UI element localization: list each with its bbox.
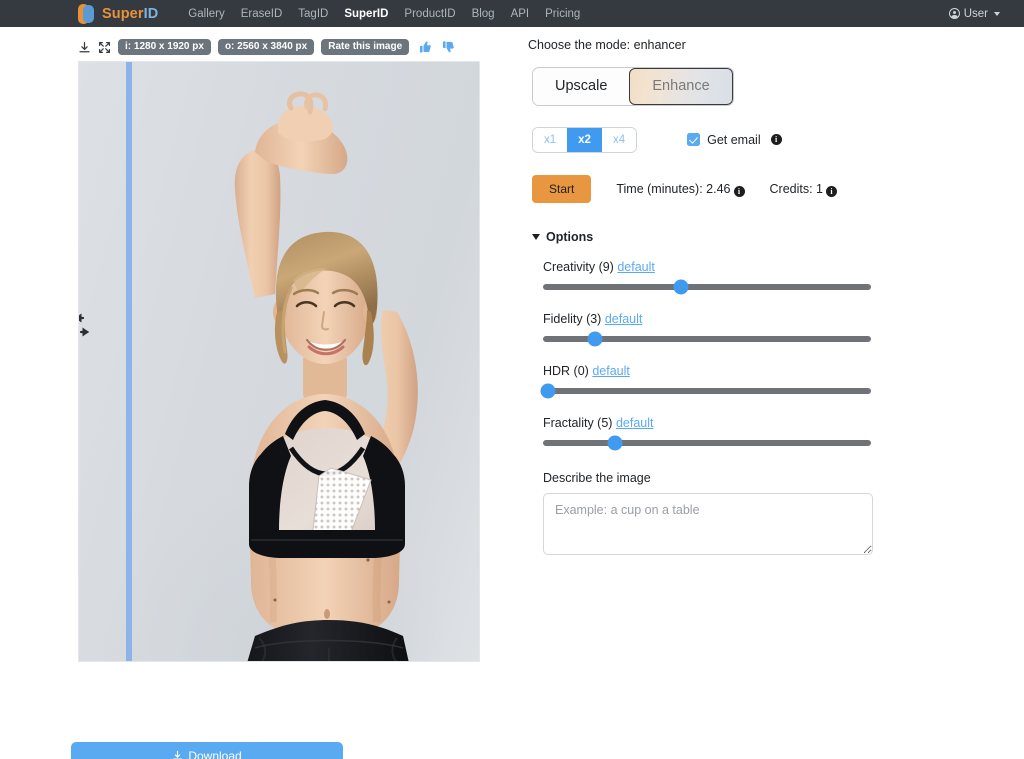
superid-logo-icon [78, 4, 95, 24]
page-body: i: 1280 x 1920 px o: 2560 x 3840 px Rate… [0, 27, 1024, 759]
main-navigation: Gallery EraseID TagID SuperID ProductID … [180, 4, 588, 24]
slider-fractality-thumb[interactable] [608, 436, 623, 451]
slider-fractality-value: Fractality (5) [543, 416, 612, 430]
top-navbar: SuperID Gallery EraseID TagID SuperID Pr… [0, 0, 1024, 27]
slider-hdr-thumb[interactable] [540, 384, 555, 399]
nav-link-gallery[interactable]: Gallery [180, 4, 232, 24]
scale-button-x1[interactable]: x1 [533, 128, 567, 153]
get-email-label[interactable]: Get email [707, 133, 761, 147]
thumbs-up-icon[interactable] [418, 40, 432, 54]
start-row: Start Time (minutes): 2.46i Credits: 1i [532, 175, 914, 203]
input-size-badge: i: 1280 x 1920 px [118, 39, 211, 55]
slider-creativity-track[interactable] [543, 284, 871, 290]
credits-cost-text: Credits: 1 [770, 182, 824, 196]
subject-photo [79, 62, 479, 661]
slider-fractality-label: Fractality (5) default [543, 416, 914, 430]
slider-hdr-track[interactable] [543, 388, 871, 394]
image-panel: i: 1280 x 1920 px o: 2560 x 3840 px Rate… [0, 27, 525, 759]
brand-logo-link[interactable]: SuperID [78, 4, 158, 24]
nav-link-tagid[interactable]: TagID [290, 4, 336, 24]
user-menu-label: User [964, 8, 988, 20]
get-email-option: Get email i [687, 133, 782, 147]
get-email-checkbox[interactable] [687, 133, 700, 146]
download-icon[interactable] [78, 41, 91, 54]
options-disclosure-toggle[interactable]: Options [532, 230, 593, 244]
brand-name: SuperID [102, 6, 158, 22]
scale-and-email-row: x1 x2 x4 Get email i [532, 127, 914, 154]
info-icon[interactable]: i [771, 134, 782, 145]
slider-hdr-value: HDR (0) [543, 364, 589, 378]
slider-hdr-default-link[interactable]: default [592, 364, 630, 378]
slider-fidelity-label: Fidelity (3) default [543, 312, 914, 326]
slider-hdr-label: HDR (0) default [543, 364, 914, 378]
info-icon[interactable]: i [734, 186, 745, 197]
expand-fullscreen-icon[interactable] [98, 41, 111, 54]
describe-image-label: Describe the image [543, 471, 914, 485]
nav-link-superid[interactable]: SuperID [336, 4, 396, 24]
mode-toggle-group: Upscale Enhance [532, 67, 734, 106]
credits-cost: Credits: 1i [770, 182, 838, 197]
sliders-group: Creativity (9) default Fidelity (3) defa… [543, 260, 914, 446]
compare-slider-divider[interactable] [126, 62, 132, 661]
slider-fractality-track[interactable] [543, 440, 871, 446]
slider-fidelity-value: Fidelity (3) [543, 312, 601, 326]
info-icon[interactable]: i [826, 186, 837, 197]
slider-fractality-default-link[interactable]: default [616, 416, 654, 430]
time-estimate: Time (minutes): 2.46 i [616, 182, 744, 197]
user-circle-icon [949, 8, 960, 19]
options-label: Options [546, 230, 593, 244]
scale-factor-group: x1 x2 x4 [532, 127, 637, 154]
nav-link-api[interactable]: API [503, 4, 538, 24]
slider-creativity-thumb[interactable] [673, 280, 688, 295]
rate-this-image-button[interactable]: Rate this image [321, 39, 409, 55]
nav-link-productid[interactable]: ProductID [396, 4, 463, 24]
brand-name-part1: Super [102, 6, 144, 22]
user-menu[interactable]: User [949, 8, 1006, 20]
settings-panel: Choose the mode: enhancer Upscale Enhanc… [525, 27, 1024, 759]
image-compare-viewer[interactable] [78, 61, 480, 662]
slider-hdr: HDR (0) default [543, 364, 914, 394]
slider-fidelity-track[interactable] [543, 336, 871, 342]
slider-creativity-label: Creativity (9) default [543, 260, 914, 274]
slider-fractality: Fractality (5) default [543, 416, 914, 446]
slider-creativity: Creativity (9) default [543, 260, 914, 290]
image-toolbar: i: 1280 x 1920 px o: 2560 x 3840 px Rate… [78, 38, 525, 56]
start-button[interactable]: Start [532, 175, 591, 203]
download-button-label: Download [188, 749, 241, 759]
nav-link-pricing[interactable]: Pricing [537, 4, 588, 24]
chevron-down-icon [532, 234, 540, 240]
scale-button-x4[interactable]: x4 [602, 128, 636, 153]
slider-fidelity: Fidelity (3) default [543, 312, 914, 342]
thumbs-down-icon[interactable] [441, 40, 455, 54]
download-button[interactable]: Download [71, 742, 343, 759]
mode-button-enhance[interactable]: Enhance [629, 68, 732, 105]
slider-fidelity-thumb[interactable] [588, 332, 603, 347]
mode-button-upscale[interactable]: Upscale [533, 68, 629, 105]
left-right-drag-handle-icon[interactable] [78, 310, 94, 340]
nav-link-blog[interactable]: Blog [464, 4, 503, 24]
chevron-down-icon [994, 12, 1000, 16]
scale-button-x2[interactable]: x2 [567, 128, 602, 153]
describe-image-textarea[interactable] [543, 493, 873, 555]
nav-link-eraseid[interactable]: EraseID [233, 4, 291, 24]
download-icon [172, 750, 183, 759]
slider-fidelity-default-link[interactable]: default [605, 312, 643, 326]
slider-creativity-default-link[interactable]: default [617, 260, 655, 274]
output-size-badge: o: 2560 x 3840 px [218, 39, 314, 55]
slider-creativity-value: Creativity (9) [543, 260, 614, 274]
brand-name-part2: ID [144, 6, 159, 22]
mode-heading: Choose the mode: enhancer [528, 38, 914, 52]
time-estimate-text: Time (minutes): 2.46 [616, 182, 730, 196]
